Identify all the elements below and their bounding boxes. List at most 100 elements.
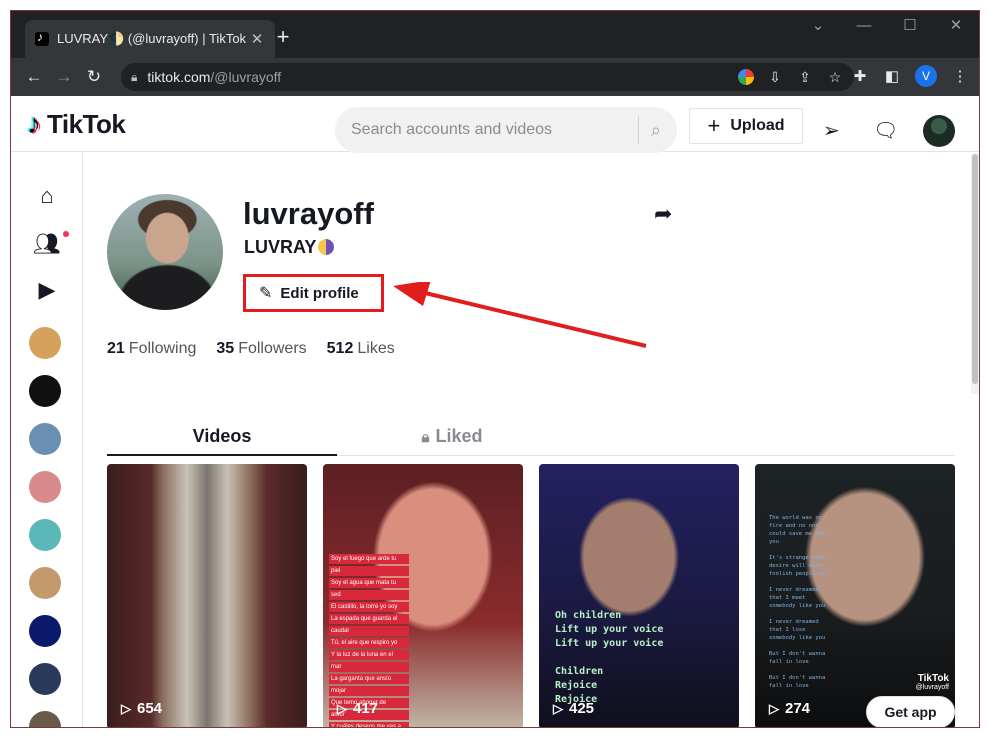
tab-liked[interactable]: 🔒︎ Liked xyxy=(337,426,567,447)
user-avatar[interactable] xyxy=(923,115,955,147)
caption-line: caudal xyxy=(329,626,409,636)
browser-window: LUVRAY🌓 (@luvrayoff) | TikTok ✕ + ⌄ — ☐ … xyxy=(10,10,980,728)
stat-following[interactable]: 21 Following xyxy=(107,340,196,358)
caption-line: could save me but xyxy=(769,531,826,537)
caption-line: El castillo, la torre yo soy xyxy=(329,602,409,612)
bookmark-star-icon[interactable]: ☆ xyxy=(826,69,844,86)
caption-line: fall in love xyxy=(769,683,809,689)
suggested-account-avatar[interactable] xyxy=(29,567,61,599)
browser-toolbar: ← → ↻ 🔒︎ tiktok.com/@luvrayoff ⇩ ⇪ ☆ ✚ ◧… xyxy=(11,58,979,96)
caption-line: La espada que guarda el xyxy=(329,614,409,624)
stat-followers[interactable]: 35 Followers xyxy=(216,340,306,358)
browser-tab[interactable]: LUVRAY🌓 (@luvrayoff) | TikTok ✕ xyxy=(25,20,275,58)
caption-line: Rejoice xyxy=(555,680,598,691)
caption-line: Lift up your voice xyxy=(555,638,664,649)
live-camera-icon[interactable]: ▶ xyxy=(33,277,61,303)
tab-search-icon[interactable]: ⌄ xyxy=(795,11,841,43)
url-text[interactable]: tiktok.com/@luvrayoff xyxy=(147,69,738,85)
annotation-arrow xyxy=(393,282,647,348)
back-arrow-icon[interactable]: ← xyxy=(19,67,49,87)
caption-line: But I don't wanna xyxy=(769,675,826,681)
address-bar[interactable]: 🔒︎ tiktok.com/@luvrayoff ⇩ ⇪ ☆ xyxy=(121,63,854,91)
minimize-icon[interactable]: — xyxy=(841,11,887,43)
video-card[interactable]: Oh children Lift up your voice Lift up you… xyxy=(539,464,739,727)
side-panel-icon[interactable]: ◧ xyxy=(883,67,901,85)
reload-icon[interactable]: ↻ xyxy=(79,67,109,87)
caption-line: somebody like you xyxy=(769,603,826,609)
install-icon[interactable]: ⇩ xyxy=(766,69,784,86)
tab-strip: LUVRAY🌓 (@luvrayoff) | TikTok ✕ + ⌄ — ☐ … xyxy=(11,11,979,58)
caption-line: fall in love xyxy=(769,659,809,665)
caption-line: Soy el agua que mata tu xyxy=(329,578,409,588)
browser-profile-avatar[interactable]: V xyxy=(915,65,937,87)
lock-icon[interactable]: 🔒︎ xyxy=(131,70,137,85)
suggested-account-avatar[interactable] xyxy=(29,471,61,503)
tiktok-header: ♪ TikTok ⌕ + Upload ➢ 🗨︎ xyxy=(11,96,979,153)
following-people-icon[interactable]: 👥︎ xyxy=(33,231,69,257)
tiktok-page: ♪ TikTok ⌕ + Upload ➢ 🗨︎ ⌂ 👥︎ ▶ xyxy=(11,96,979,727)
notification-dot xyxy=(63,231,69,237)
view-count: ▷ 274 xyxy=(769,700,811,717)
home-icon[interactable]: ⌂ xyxy=(33,183,61,209)
search-divider xyxy=(637,116,639,144)
video-card[interactable]: Soy el fuego que arde tu piel Soy el agua … xyxy=(323,464,523,727)
caption-line: Lift up your voice xyxy=(555,624,664,635)
get-app-button[interactable]: Get app xyxy=(866,696,955,727)
edit-profile-button[interactable]: ✎ Edit profile xyxy=(249,279,377,307)
suggested-account-avatar[interactable] xyxy=(29,327,61,359)
edit-pencil-icon: ✎ xyxy=(259,285,273,302)
share-arrow-icon[interactable]: ➦ xyxy=(654,201,672,227)
page-scrollbar[interactable] xyxy=(971,154,979,394)
play-icon: ▷ xyxy=(121,700,131,716)
suggested-account-avatar[interactable] xyxy=(29,375,61,407)
messages-icon[interactable]: 🗨︎ xyxy=(873,118,898,143)
caption-line xyxy=(769,610,844,618)
close-window-icon[interactable]: ✕ xyxy=(933,11,979,43)
suggested-account-avatar[interactable] xyxy=(29,519,61,551)
forward-arrow-icon[interactable]: → xyxy=(49,67,79,87)
suggested-account-avatar[interactable] xyxy=(29,615,61,647)
extensions-puzzle-icon[interactable]: ✚ xyxy=(851,67,869,85)
caption-line: La garganta que ansío xyxy=(329,674,409,684)
caption-line: Y cuáles deseos me vas a xyxy=(329,722,409,727)
caption-line: fire and no one xyxy=(769,523,819,529)
moon-emoji-icon xyxy=(318,239,335,255)
profile-tabs: Videos 🔒︎ Liked xyxy=(107,418,955,456)
upload-button[interactable]: + Upload xyxy=(689,108,803,144)
tiktok-favicon-icon xyxy=(35,30,49,46)
address-bar-actions: ⇩ ⇪ ☆ xyxy=(738,69,844,86)
active-tab-underline xyxy=(107,454,337,456)
caption-line xyxy=(769,546,844,554)
suggested-account-avatar[interactable] xyxy=(29,423,61,455)
suggested-account-avatar[interactable] xyxy=(29,663,61,695)
caption-line: desire will make xyxy=(769,563,822,569)
video-caption-overlay: The world was on fire and no one could sav… xyxy=(769,514,844,690)
tab-close-icon[interactable]: ✕ xyxy=(249,30,265,48)
video-card[interactable]: ▷ 654 xyxy=(107,464,307,727)
new-tab-button[interactable]: + xyxy=(271,24,295,50)
window-controls: ⌄ — ☐ ✕ xyxy=(795,11,979,43)
caption-line xyxy=(555,651,663,665)
tab-videos[interactable]: Videos xyxy=(107,426,337,447)
caption-line: mojar xyxy=(329,686,409,696)
caption-line: Y la luz de la luna en el xyxy=(329,650,409,660)
stat-likes: 512 Likes xyxy=(326,340,395,357)
play-icon: ▷ xyxy=(553,700,563,716)
search-input[interactable] xyxy=(351,107,626,153)
menu-kebab-icon[interactable]: ⋮ xyxy=(951,67,969,85)
caption-line: But I don't wanna xyxy=(769,651,826,657)
profile-username: luvrayoff xyxy=(243,196,374,231)
caption-line: I never dreamed xyxy=(769,619,819,625)
video-card[interactable]: The world was on fire and no one could sav… xyxy=(755,464,955,727)
google-icon[interactable] xyxy=(738,69,754,85)
maximize-icon[interactable]: ☐ xyxy=(887,11,933,43)
caption-line xyxy=(769,578,844,586)
inbox-send-icon[interactable]: ➢ xyxy=(823,118,840,143)
caption-line: mar xyxy=(329,662,409,672)
search-icon[interactable]: ⌕ xyxy=(651,120,661,141)
scrollbar-thumb[interactable] xyxy=(972,154,978,384)
suggested-account-avatar[interactable] xyxy=(29,711,61,727)
share-page-icon[interactable]: ⇪ xyxy=(796,69,814,86)
tiktok-logo[interactable]: ♪ TikTok xyxy=(27,108,126,140)
tiktok-note-icon: ♪ xyxy=(27,108,41,139)
